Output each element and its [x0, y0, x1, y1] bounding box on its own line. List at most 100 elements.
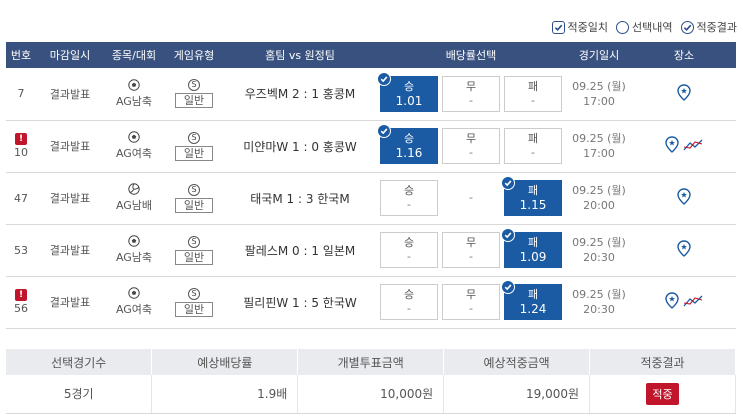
table-row: 7 결과발표 AG남축 S 일반 우즈벡M 2 : 1 홍콩M 승 1.01 무 - 패 -09.25… [6, 68, 736, 121]
header-game-type: 게임유형 [164, 42, 224, 68]
odds-button-0[interactable]: 승 1.01 [377, 71, 438, 112]
odds-value: - [407, 302, 411, 315]
row-number: 7 [17, 87, 25, 101]
odds-group: 승 - 무 - 패 1.24 [376, 280, 566, 320]
odds-value: - [407, 198, 411, 211]
odds-cell: 승 1.01 무 - 패 - [376, 68, 566, 121]
summary-header-payout: 예상적중금액 [443, 349, 591, 375]
odds-value: 1.01 [395, 93, 423, 108]
venue-pin-icon[interactable] [665, 292, 679, 312]
odds-value: - [469, 146, 473, 159]
venue-pin-icon[interactable] [677, 188, 691, 208]
odds-button-0[interactable]: 승- [380, 180, 438, 216]
deadline-cell: 결과발표 [36, 120, 104, 173]
row-number-cell: ! 10 [6, 120, 36, 173]
table-row: ! 10 결과발표 AG여축 S 일반 미얀마W 1 : 0 홍콩W 승 1.16 무 - 패 -09.… [6, 120, 736, 173]
odds-button-0[interactable]: 승 1.16 [377, 124, 438, 164]
sport-cell: AG남배 [104, 172, 164, 225]
row-number-cell: ! 56 [6, 276, 36, 329]
checkbox-checked-icon[interactable] [551, 20, 565, 34]
match-cell: 필리핀W 1 : 5 한국W [224, 276, 376, 329]
header-venue: 장소 [632, 42, 736, 68]
volleyball-icon [128, 183, 140, 195]
game-type-cell: S 일반 [164, 276, 224, 329]
odds-label: 무 [465, 236, 477, 249]
odds-button-1[interactable]: 무- [442, 232, 500, 268]
game-type-label: 일반 [174, 197, 214, 213]
header-date: 경기일시 [566, 42, 632, 68]
odds-button-2[interactable]: 패- [504, 75, 562, 112]
summary-header-result: 적중결과 [589, 349, 736, 375]
odds-cell: 승 - - 패 1.15 [376, 172, 566, 225]
legend-item-2[interactable]: 적중결과 [680, 19, 737, 35]
venue-cell [632, 120, 736, 173]
trend-chart-icon[interactable] [683, 138, 703, 155]
summary-stake: 10,000원 [297, 375, 445, 414]
deadline-cell: 결과발표 [36, 172, 104, 225]
match-time: 20:00 [583, 199, 615, 212]
odds-cell: 승 1.16 무 - 패 - [376, 120, 566, 173]
table-row: ! 56 결과발표 AG여축 S 일반 필리핀W 1 : 5 한국W 승 - 무 - 패 1.24 09.… [6, 276, 736, 329]
legend-item-0[interactable]: 적중일치 [551, 19, 609, 35]
odds-label: 패 [527, 79, 539, 93]
header-no: 번호 [6, 42, 36, 68]
game-type-s-icon: S [188, 131, 200, 144]
betting-table: 번호 마감일시 종목/대회 게임유형 홈팀 vs 원정팀 배당률선택 경기일시 … [6, 42, 736, 329]
header-deadline: 마감일시 [36, 42, 104, 68]
odds-label: 승 [403, 288, 415, 301]
match-text: 필리핀W 1 : 5 한국W [243, 295, 357, 310]
odds-button-2[interactable]: 패 1.24 [501, 280, 562, 320]
odds-button-1[interactable]: 무- [442, 284, 500, 320]
odds-button-2[interactable]: 패 1.15 [501, 176, 562, 216]
venue-pin-icon[interactable] [677, 240, 691, 260]
sport-cell: AG남축 [104, 68, 164, 121]
game-type-s-icon: S [188, 183, 200, 196]
odds-group: 승 - - 패 1.15 [376, 176, 566, 216]
sport-label: AG남배 [115, 199, 153, 212]
summary-count: 5경기 [6, 375, 153, 414]
header-odds: 배당률선택 [376, 42, 566, 68]
venue-pin-icon[interactable] [677, 84, 691, 104]
row-number-cell: 7 [6, 68, 36, 121]
venue-pin-icon[interactable] [665, 136, 679, 156]
check-circle-icon [501, 176, 515, 190]
odds-label: 패 [527, 236, 539, 249]
match-text: 태국M 1 : 3 한국M [250, 191, 350, 206]
checkbox-empty-icon[interactable] [616, 20, 630, 34]
odds-cell: 승 - 무 - 패 1.24 [376, 276, 566, 329]
row-number-cell: 53 [6, 224, 36, 277]
match-date-cell: 09.25 (월) 20:30 [566, 224, 632, 277]
game-type-label: 일반 [174, 249, 214, 265]
game-type-label: 일반 [174, 301, 214, 317]
legend-item-1[interactable]: 선택내역 [616, 19, 673, 35]
match-date: 09.25 (월) [572, 184, 626, 197]
odds-button-0[interactable]: 승- [380, 284, 438, 320]
odds-label: 승 [403, 236, 415, 249]
checkbox-checked-icon[interactable] [680, 20, 694, 34]
odds-button-0[interactable]: 승- [380, 232, 438, 268]
match-date-cell: 09.25 (월) 17:00 [566, 68, 632, 121]
odds-value: 1.16 [395, 146, 423, 160]
odds-button-2[interactable]: 패- [504, 128, 562, 164]
match-time: 17:00 [583, 94, 615, 108]
odds-button-2[interactable]: 패 1.09 [501, 228, 562, 268]
venue-cell [632, 276, 736, 329]
row-number: 53 [14, 243, 28, 257]
match-time: 17:00 [583, 147, 615, 160]
match-time: 20:30 [583, 303, 615, 316]
odds-button-1[interactable]: 무- [442, 128, 500, 164]
summary-odds: 1.9배 [151, 375, 299, 414]
game-type-label: 일반 [174, 145, 214, 161]
odds-group: 승 1.16 무 - 패 - [376, 124, 566, 164]
legend-label: 적중일치 [567, 21, 609, 34]
odds-label: 무 [465, 79, 477, 93]
match-date: 09.25 (월) [572, 288, 626, 301]
odds-button-1[interactable]: - [442, 180, 500, 216]
odds-button-1[interactable]: 무- [442, 75, 500, 112]
summary-header-count: 선택경기수 [6, 349, 153, 375]
soccer-ball-icon [128, 131, 140, 143]
check-circle-icon [501, 228, 515, 242]
trend-chart-icon[interactable] [683, 294, 703, 311]
summary-header-stake: 개별투표금액 [297, 349, 445, 375]
header-sport: 종목/대회 [104, 42, 164, 68]
